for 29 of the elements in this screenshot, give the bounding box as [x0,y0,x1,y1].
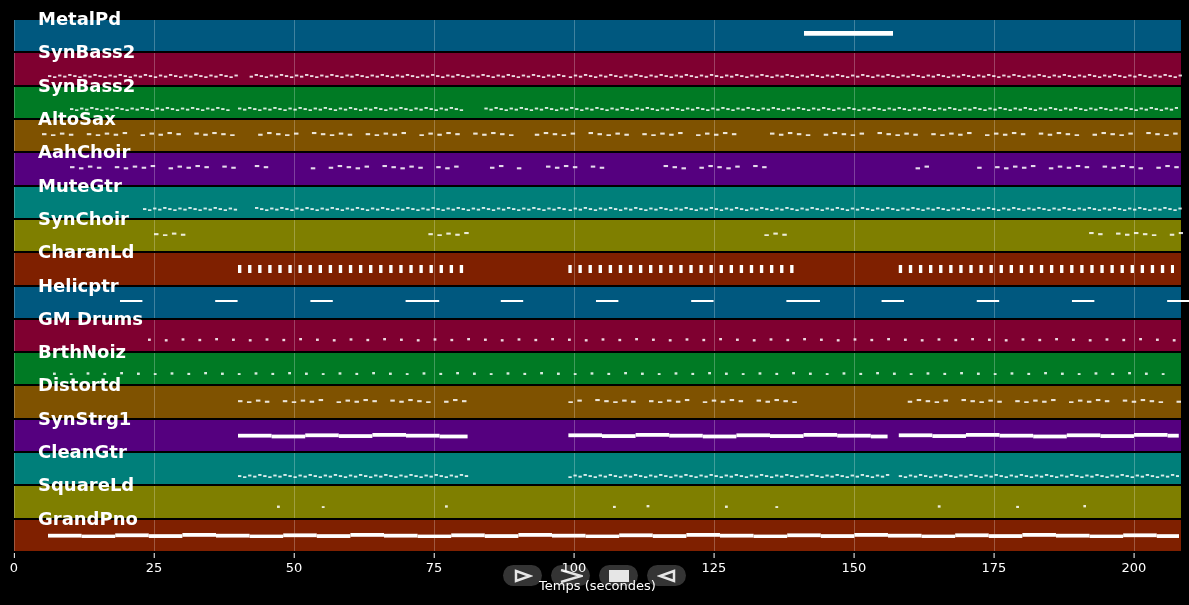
stop-icon [608,569,629,582]
axis-tick-label: 0 [9,561,19,574]
track-label: Helicptr [38,276,119,295]
track-label: SynStrg1 [38,409,132,428]
track-label: AahChoir [38,143,131,162]
track-label: CleanGtr [38,443,127,462]
track-label: Distortd [38,376,122,395]
track-label: BrthNoiz [38,343,127,362]
axis-tick-label: 75 [425,561,443,574]
axis-tick-label: 25 [145,561,163,574]
axis-tick-label: 100 [561,561,587,574]
track-label: GM Drums [38,309,144,328]
axis-tick-label: 150 [841,561,867,574]
track-label: AltoSax [38,109,116,128]
track-label: SynBass2 [38,43,136,62]
axis-tick-label: 50 [285,561,303,574]
axis-tick-label: 125 [701,561,727,574]
track-label: GrandPno [38,509,138,528]
axis-tick-label: 200 [1121,561,1147,574]
track-label: SynBass2 [38,76,136,95]
play-icon [512,568,533,583]
track-label: SynChoir [38,209,129,228]
axis-title: Temps (secondes) [539,579,656,592]
track-label: CharanLd [38,243,135,262]
track-label: SquareLd [38,476,135,495]
track-label: MetalPd [38,10,122,28]
axis-tick-label: 175 [981,561,1007,574]
track-label: MuteGtr [38,176,122,195]
back-icon [656,568,677,583]
